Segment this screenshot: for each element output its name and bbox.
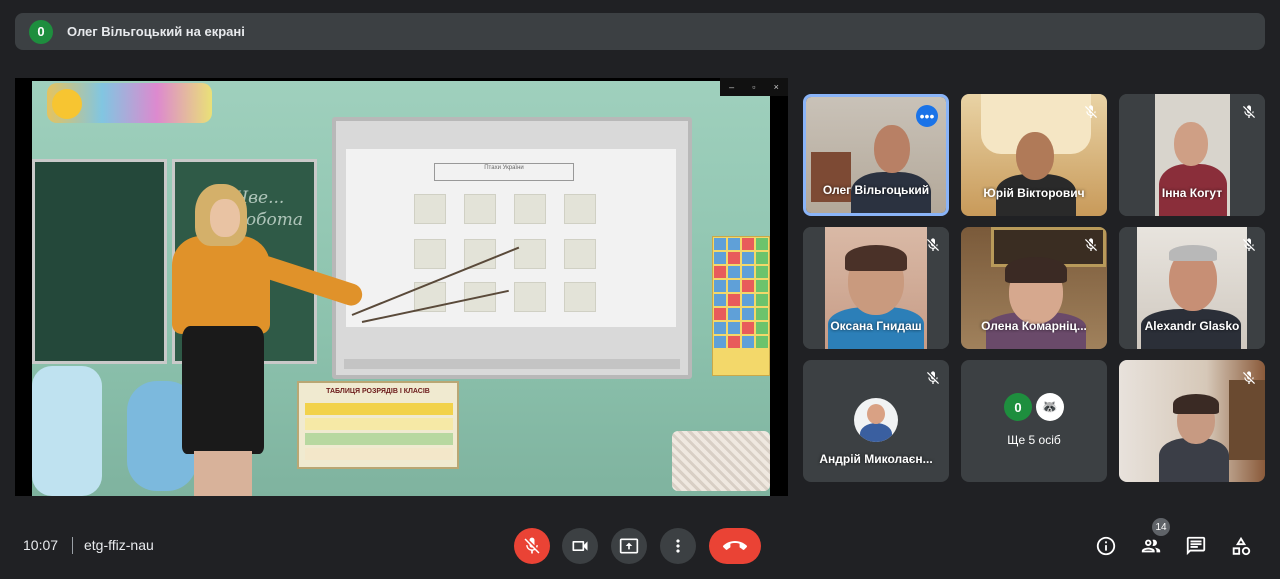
others-avatars: 0 🦝 — [961, 393, 1107, 421]
microphone-toggle-button[interactable] — [514, 528, 550, 564]
participant-name: Олена Комарніц... — [981, 319, 1087, 333]
others-tile[interactable]: 0 🦝 Ще 5 осіб — [961, 360, 1107, 482]
others-count-label: Ще 5 осіб — [1007, 433, 1061, 447]
meeting-details-button[interactable] — [1094, 534, 1118, 558]
whiteboard-title: Птахи України — [434, 163, 574, 181]
more-options-button[interactable] — [660, 528, 696, 564]
participant-name: Андрій Миколаєн... — [819, 452, 933, 466]
maximize-icon[interactable]: ▫ — [752, 82, 755, 92]
avatar: 🦝 — [1036, 393, 1064, 421]
mic-off-icon — [1085, 105, 1097, 118]
participant-tile[interactable]: Юрій Вікторович — [961, 94, 1107, 216]
lace-tablecloth — [672, 431, 770, 491]
mic-off-icon — [1243, 371, 1255, 384]
presenter-badge: 0 — [29, 19, 53, 44]
avatar — [854, 398, 898, 442]
window-controls: – ▫ × — [720, 78, 788, 96]
call-end-icon — [723, 541, 747, 550]
participant-tile[interactable]: Alexandr Glasko — [1119, 227, 1265, 349]
leave-call-button[interactable] — [709, 528, 761, 564]
classroom-video: Чве... робота Птахи України ТАБЛИЦЯ РОЗР… — [32, 81, 770, 496]
present-screen-icon — [619, 538, 639, 554]
participant-tile[interactable]: ••• Олег Вільгоцький — [803, 94, 949, 216]
present-now-button[interactable] — [611, 528, 647, 564]
mic-off-icon — [1243, 105, 1255, 118]
participant-name: Alexandr Glasko — [1144, 319, 1240, 333]
bottom-toolbar: 10:07 etg-ffiz-nau — [0, 520, 1280, 570]
presenting-banner: 0 Олег Вільгоцький на екрані — [15, 13, 1265, 50]
minimize-icon[interactable]: – — [729, 82, 734, 92]
participant-tile[interactable]: Олена Комарніц... — [961, 227, 1107, 349]
activities-button[interactable] — [1229, 534, 1253, 558]
camera-toggle-button[interactable] — [562, 528, 598, 564]
place-value-poster: ТАБЛИЦЯ РОЗРЯДІВ І КЛАСІВ — [297, 381, 459, 469]
participant-name: Юрій Вікторович — [983, 186, 1085, 200]
chat-button[interactable] — [1184, 534, 1208, 558]
close-icon[interactable]: × — [774, 82, 779, 92]
mic-off-icon — [1085, 238, 1097, 251]
people-icon — [1141, 539, 1161, 553]
avatar: 0 — [1004, 393, 1032, 421]
mic-off-icon — [927, 238, 939, 251]
more-vert-icon — [676, 539, 680, 553]
mic-off-icon — [524, 537, 540, 554]
whiteboard-screen: Птахи України — [346, 149, 676, 327]
info-icon — [1096, 536, 1116, 556]
participant-tile[interactable]: Андрій Миколаєн... — [803, 360, 949, 482]
participant-tile[interactable]: Оксана Гнидаш — [803, 227, 949, 349]
divider — [72, 537, 73, 554]
chat-icon — [1186, 536, 1206, 556]
activities-icon — [1232, 536, 1251, 556]
participant-tile[interactable]: Інна Когут — [1119, 94, 1265, 216]
presentation-view[interactable]: Чве... робота Птахи України ТАБЛИЦЯ РОЗР… — [15, 78, 788, 496]
participant-name: Оксана Гнидаш — [830, 319, 922, 333]
mic-off-icon — [1243, 238, 1255, 251]
teacher — [172, 236, 270, 334]
camera-icon — [572, 541, 588, 551]
presenting-text: Олег Вільгоцький на екрані — [67, 24, 245, 39]
participant-tile[interactable] — [1119, 360, 1265, 482]
alphabet-poster — [712, 236, 770, 376]
meeting-time: 10:07 — [23, 537, 59, 553]
meeting-code: etg-ffiz-nau — [84, 537, 154, 553]
people-button[interactable] — [1139, 534, 1163, 558]
participant-name: Інна Когут — [1161, 186, 1223, 200]
participants-count-badge: 14 — [1152, 518, 1170, 536]
chalkboard-left — [32, 159, 167, 364]
wall-decoration-cloud — [32, 366, 102, 496]
sun-decoration-icon — [52, 89, 82, 119]
participant-name: Олег Вільгоцький — [822, 183, 930, 197]
more-options-icon[interactable]: ••• — [916, 105, 938, 127]
mic-off-icon — [927, 371, 939, 384]
